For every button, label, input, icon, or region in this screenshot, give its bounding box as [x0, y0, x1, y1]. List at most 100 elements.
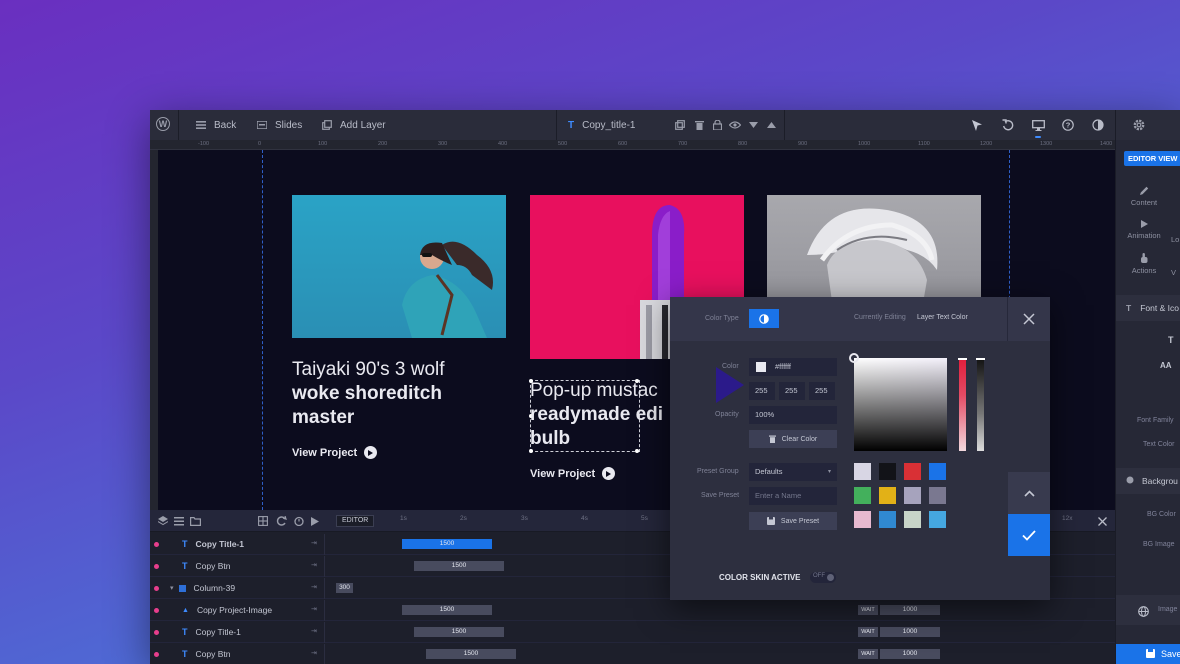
- opacity-input[interactable]: 100%: [749, 406, 837, 424]
- preset-swatch[interactable]: [904, 487, 921, 504]
- animation-bar[interactable]: 1500: [414, 627, 504, 637]
- hue-handle[interactable]: [958, 358, 967, 360]
- rgb-green-input[interactable]: 255: [779, 382, 805, 400]
- project-image-woman[interactable]: [292, 195, 506, 338]
- chevron-down-icon[interactable]: [746, 118, 760, 132]
- preset-group-select[interactable]: Defaults ▾: [749, 463, 837, 481]
- layer-visibility-dot[interactable]: [154, 564, 159, 569]
- contrast-icon[interactable]: [1091, 118, 1105, 132]
- layer-visibility-dot[interactable]: [154, 630, 159, 635]
- text-size-icon[interactable]: T: [1168, 335, 1174, 345]
- preset-swatch[interactable]: [854, 511, 871, 528]
- expand-caret-icon[interactable]: ▾: [170, 584, 174, 592]
- layer-end-icon[interactable]: ⇥: [311, 561, 317, 569]
- list-icon[interactable]: [172, 514, 186, 528]
- preset-swatch[interactable]: [854, 487, 871, 504]
- back-button[interactable]: Back: [196, 110, 236, 140]
- color-skin-toggle[interactable]: OFF: [810, 572, 836, 583]
- color-type-toggle[interactable]: [749, 309, 779, 328]
- animation-bar[interactable]: 1500: [402, 539, 492, 549]
- rgb-red-input[interactable]: 255: [749, 382, 775, 400]
- animation-bar[interactable]: 1500: [426, 649, 516, 659]
- selected-layer-name[interactable]: T Copy_title-1: [568, 110, 635, 140]
- slides-button[interactable]: Slides: [257, 110, 302, 140]
- wait-bar[interactable]: 1000: [880, 605, 940, 615]
- chevron-up-icon[interactable]: [764, 118, 778, 132]
- image-source-row[interactable]: Image: [1116, 595, 1180, 625]
- preset-swatch[interactable]: [904, 463, 921, 480]
- section-font-icon[interactable]: T Font & Ico: [1116, 295, 1180, 321]
- add-layer-button[interactable]: Add Layer: [322, 110, 386, 140]
- view-project-link[interactable]: View Project: [292, 446, 378, 459]
- editor-view-badge[interactable]: EDITOR VIEW: [1124, 151, 1180, 166]
- layer-visibility-dot[interactable]: [154, 608, 159, 613]
- scroll-up-button[interactable]: [1008, 472, 1050, 514]
- wordpress-icon[interactable]: W: [156, 117, 170, 131]
- preset-swatch[interactable]: [904, 511, 921, 528]
- tab-label-partial[interactable]: Lo: [1171, 235, 1179, 244]
- alpha-slider[interactable]: [976, 358, 985, 451]
- confirm-color-button[interactable]: [1008, 514, 1050, 556]
- layer-visibility-dot[interactable]: [154, 586, 159, 591]
- timeline-row[interactable]: ▲ Copy Project-Image ⇥ 1500 WAIT 1000: [150, 600, 1115, 621]
- duplicate-icon[interactable]: [673, 118, 687, 132]
- preset-name-input[interactable]: Enter a Name: [749, 487, 837, 505]
- preset-swatch[interactable]: [879, 463, 896, 480]
- preset-swatch[interactable]: [879, 487, 896, 504]
- layer-end-icon[interactable]: ⇥: [311, 583, 317, 591]
- clear-color-button[interactable]: Clear Color: [749, 430, 837, 448]
- tab-animation[interactable]: Animation: [1116, 220, 1172, 240]
- eye-icon[interactable]: [728, 118, 742, 132]
- picker-handle[interactable]: [849, 353, 859, 363]
- hex-input[interactable]: #ffffff: [749, 358, 837, 376]
- play-icon[interactable]: [308, 514, 322, 528]
- layer-visibility-dot[interactable]: [154, 542, 159, 547]
- layer-end-icon[interactable]: ⇥: [311, 539, 317, 547]
- card-title[interactable]: Taiyaki 90's 3 wolf woke shoreditch mast…: [292, 358, 492, 430]
- layer-visibility-dot[interactable]: [154, 652, 159, 657]
- timer-icon[interactable]: [292, 514, 306, 528]
- trash-icon[interactable]: [692, 118, 706, 132]
- save-button[interactable]: Save: [1116, 644, 1180, 664]
- lock-icon[interactable]: [710, 118, 724, 132]
- folder-icon[interactable]: [188, 514, 202, 528]
- close-icon[interactable]: [1095, 514, 1109, 528]
- help-icon[interactable]: ?: [1061, 118, 1075, 132]
- letter-case-icon[interactable]: AA: [1160, 361, 1172, 370]
- preset-swatch[interactable]: [929, 463, 946, 480]
- wait-bar[interactable]: 1000: [880, 649, 940, 659]
- close-dialog-button[interactable]: [1007, 297, 1050, 341]
- alpha-handle[interactable]: [976, 358, 985, 360]
- undo-icon[interactable]: [1001, 118, 1015, 132]
- preset-swatch[interactable]: [929, 487, 946, 504]
- rgb-blue-input[interactable]: 255: [809, 382, 835, 400]
- loop-icon[interactable]: [274, 514, 288, 528]
- grid-icon[interactable]: [256, 514, 270, 528]
- timeline-row[interactable]: T Copy Btn ⇥ 1500 WAIT 1000: [150, 644, 1115, 664]
- gear-icon[interactable]: [1132, 118, 1146, 132]
- timeline-row[interactable]: T Copy Title-1 ⇥ 1500 WAIT 1000: [150, 622, 1115, 643]
- preset-swatch[interactable]: [879, 511, 896, 528]
- desktop-icon[interactable]: [1031, 118, 1045, 132]
- hue-slider[interactable]: [958, 358, 967, 451]
- editor-mode-badge[interactable]: EDITOR: [336, 515, 375, 527]
- animation-bar[interactable]: 1500: [402, 605, 492, 615]
- save-preset-button[interactable]: Save Preset: [749, 512, 837, 530]
- animation-bar[interactable]: 1500: [414, 561, 504, 571]
- wait-bar[interactable]: 1000: [880, 627, 940, 637]
- layers-icon[interactable]: [156, 514, 170, 528]
- layer-end-icon[interactable]: ⇥: [311, 605, 317, 613]
- animation-bar[interactable]: 300: [336, 583, 353, 593]
- preset-swatch[interactable]: [929, 511, 946, 528]
- layer-end-icon[interactable]: ⇥: [311, 649, 317, 657]
- tab-content[interactable]: Content: [1116, 186, 1172, 207]
- card-title-selected[interactable]: Pop-up mustac readymade edi bulb: [530, 379, 680, 451]
- preset-swatch[interactable]: [854, 463, 871, 480]
- tab-label-partial[interactable]: V: [1171, 268, 1176, 277]
- tab-actions[interactable]: Actions: [1116, 253, 1172, 275]
- layer-end-icon[interactable]: ⇥: [311, 627, 317, 635]
- section-background[interactable]: Backgrou: [1116, 468, 1180, 494]
- view-project-link[interactable]: View Project: [530, 467, 616, 480]
- saturation-picker[interactable]: [849, 353, 947, 451]
- cursor-icon[interactable]: [970, 118, 984, 132]
